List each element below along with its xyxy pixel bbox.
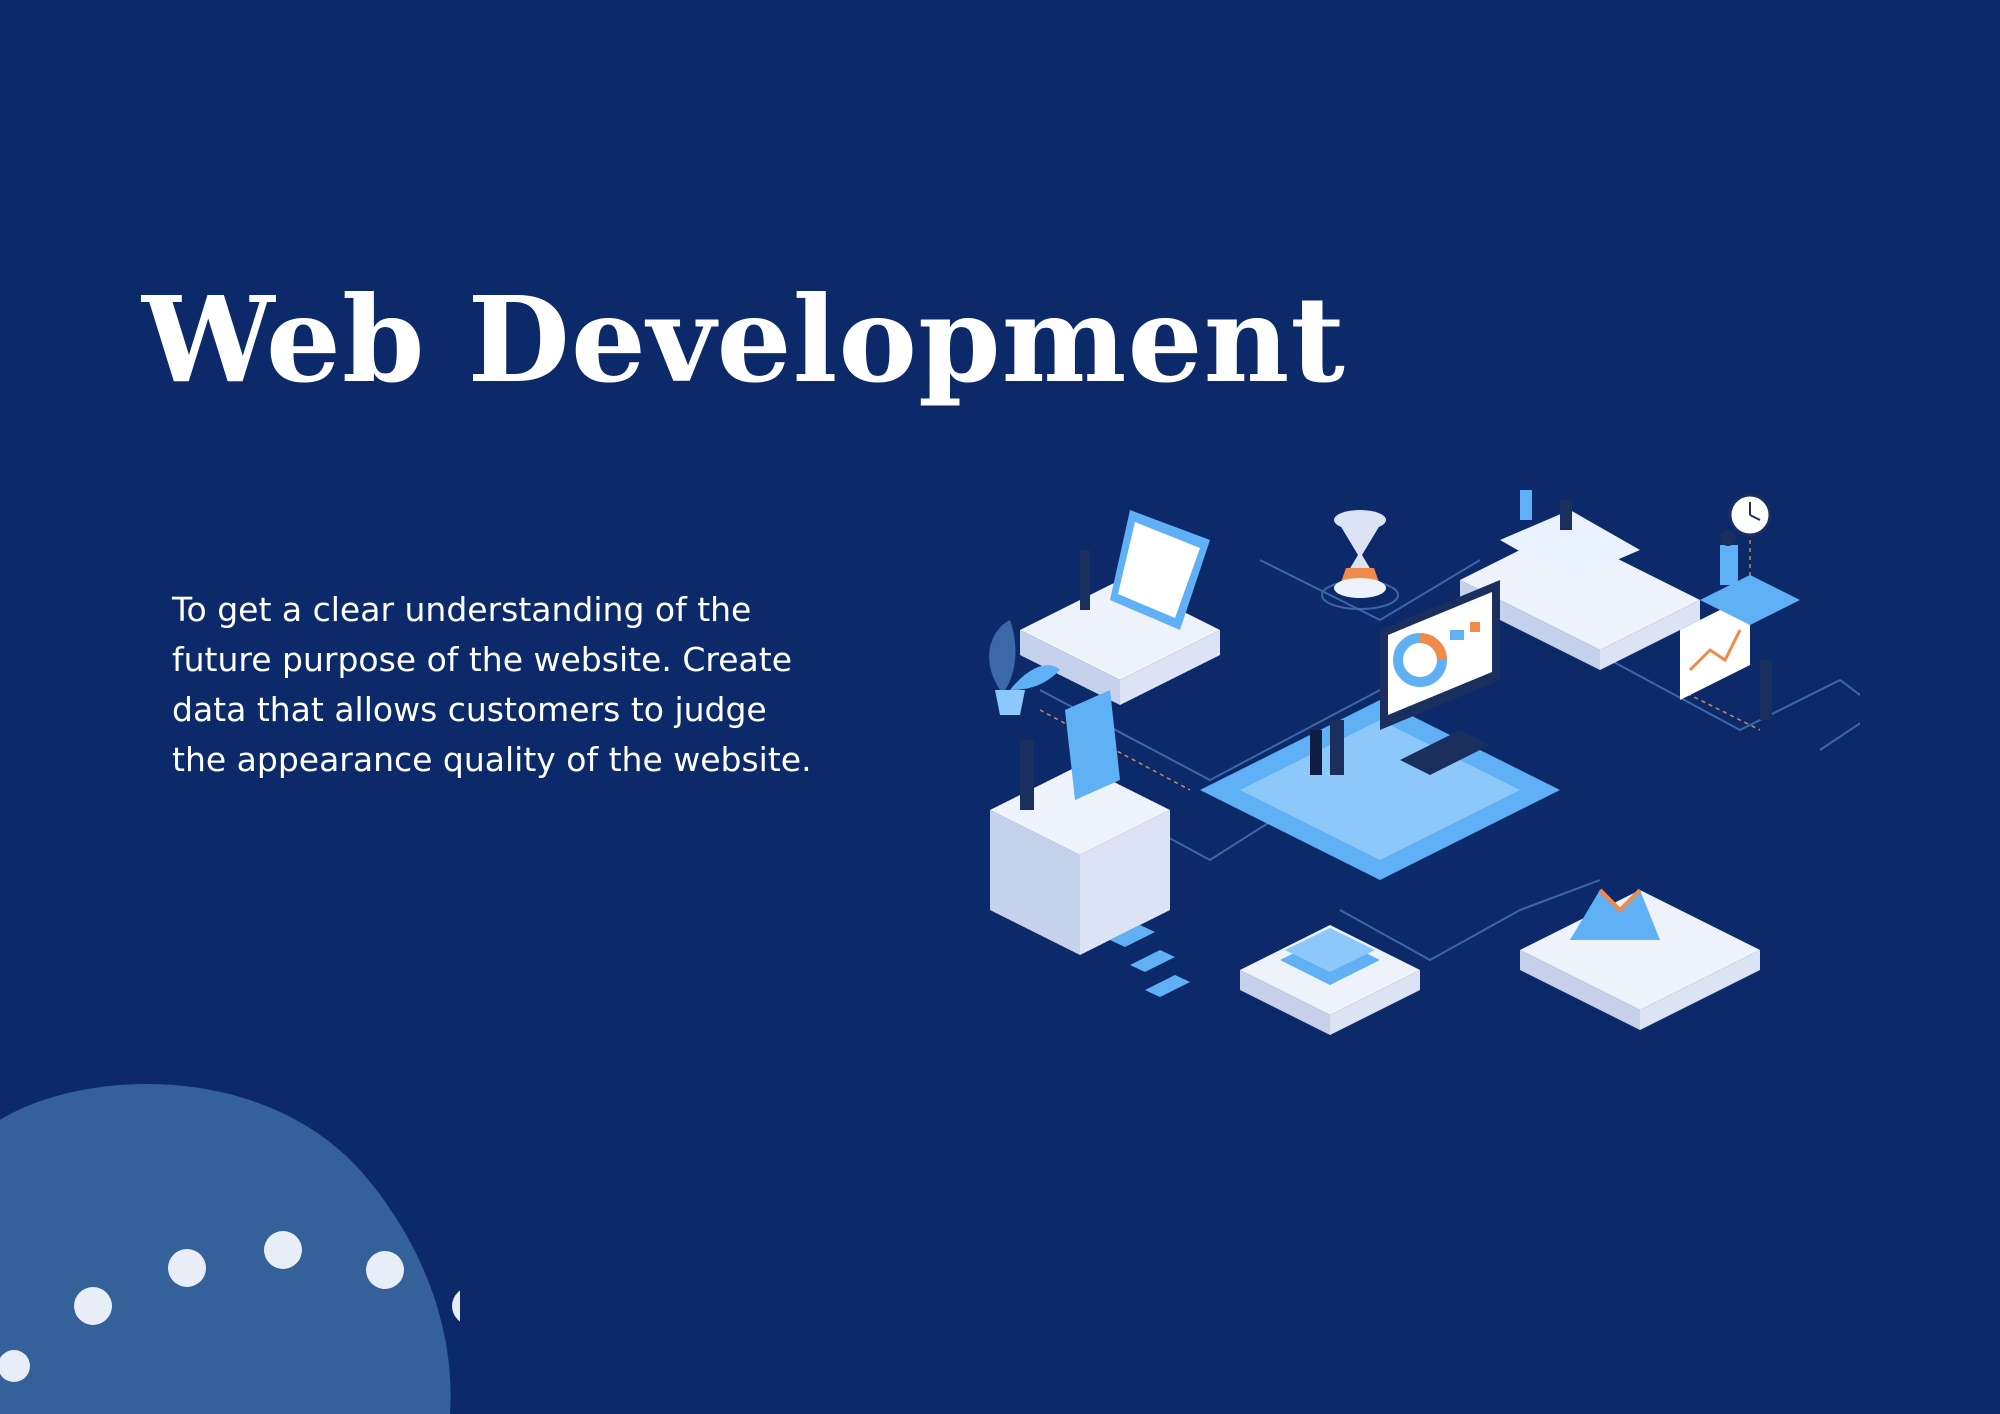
description: To get a clear understanding of the futu…	[172, 585, 872, 785]
decorative-blob	[0, 1084, 460, 1414]
books-icon	[1240, 925, 1420, 1035]
decor-dot	[452, 1290, 460, 1322]
description-line: To get a clear understanding of the	[172, 590, 752, 629]
decor-dot	[74, 1287, 112, 1325]
decor-dot	[264, 1231, 302, 1269]
area-chart-icon	[1520, 888, 1760, 1030]
isometric-illustration	[989, 490, 1860, 1035]
calculator-icon	[990, 690, 1190, 997]
laptop-person-icon	[1700, 530, 1800, 625]
description-line: data that allows customers to judge	[172, 690, 767, 729]
decor-dot	[366, 1251, 404, 1289]
description-line: the appearance quality of the website.	[172, 740, 812, 779]
page-title: Web Development	[142, 270, 1346, 409]
clock-icon	[1728, 493, 1772, 537]
description-line: future purpose of the website. Create	[172, 640, 792, 679]
hourglass-icon	[1321, 510, 1399, 610]
monitor-dashboard-icon	[1200, 580, 1560, 880]
decor-dot	[168, 1249, 206, 1287]
